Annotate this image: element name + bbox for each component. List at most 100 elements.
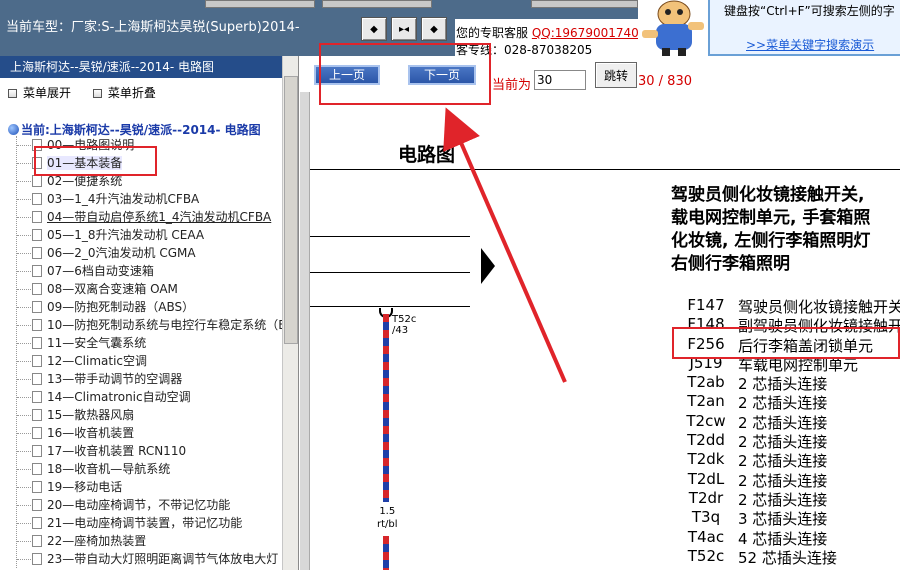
legend-row: F148 副驾驶员侧化妆镜接触开关 — [680, 315, 900, 336]
document-icon — [32, 337, 42, 349]
continuation-arrow — [481, 248, 495, 284]
legend-desc: 52 芯插头连接 — [738, 548, 837, 567]
tree-item[interactable]: 21—电动座椅调节装置，带记忆功能 — [17, 514, 298, 532]
tree-item[interactable]: 23—带自动大灯照明距离调节气体放电大灯 — [17, 550, 298, 568]
tree-item-label: 02—便捷系统 — [47, 174, 123, 188]
description-line: 化妆镜, 左侧行李箱照明灯 — [671, 231, 871, 251]
tree-item[interactable]: 18—收音机—导航系统 — [17, 460, 298, 478]
globe-icon — [8, 124, 19, 135]
tree-item-label: 04—带自动启停系统1_4汽油发动机CFBA — [47, 210, 272, 224]
legend-desc: 车载电网控制单元 — [738, 355, 859, 374]
tree-item-label: 23—带自动大灯照明距离调节气体放电大灯 — [47, 552, 279, 566]
legend-row: T4ac 4 芯插头连接 — [680, 528, 900, 548]
viewer-splitter[interactable] — [300, 56, 310, 570]
legend-row: T2ab 2 芯插头连接 — [680, 373, 900, 393]
legend-row: F256 后行李箱盖闭锁单元 — [680, 335, 900, 355]
customer-service-box: 您的专职客服 QQ:19679001740 客专线：028-87038205 — [455, 19, 639, 57]
document-icon — [32, 355, 42, 367]
document-icon — [32, 229, 42, 241]
split-view-button[interactable]: ▸◂ — [391, 17, 417, 41]
component-legend: F147 驾驶员侧化妆镜接触开关 F148 副驾驶员侧化妆镜接触开关 F256 后行李箱盖… — [680, 296, 900, 567]
tree-item[interactable]: 00—电路图说明 — [17, 136, 298, 154]
diagram-viewer: 上一页 下一页 当前为 跳转 30 / 830 电路图 T52c/43 1.5r… — [300, 56, 900, 570]
tree-item[interactable]: 22—座椅加热装置 — [17, 532, 298, 550]
prev-arrow-button[interactable]: ◆ — [361, 17, 387, 41]
document-icon — [32, 409, 42, 421]
tree-item[interactable]: 14—Climatronic自动空调 — [17, 388, 298, 406]
legend-code: T2dk — [687, 450, 725, 469]
legend-code: T2ab — [687, 373, 725, 392]
document-icon — [32, 283, 42, 295]
tree-item[interactable]: 19—移动电话 — [17, 478, 298, 496]
current-page-label: 当前为 — [492, 78, 532, 93]
page-count: 30 / 830 — [638, 74, 692, 89]
document-icon — [32, 427, 42, 439]
jump-button[interactable]: 跳转 — [595, 62, 637, 88]
legend-desc: 2 芯插头连接 — [738, 471, 828, 490]
service-qq-link[interactable]: QQ:19679001740 — [532, 26, 639, 40]
tree-item[interactable]: 20—电动座椅调节，不带记忆功能 — [17, 496, 298, 514]
tree-panel-header: 上海斯柯达--昊锐/速派--2014- 电路图 — [0, 56, 282, 78]
legend-code: T52c — [687, 546, 725, 565]
wire-red-blue — [383, 314, 389, 502]
tree-item-label: 05—1_8升汽油发动机 CEAA — [47, 228, 205, 242]
legend-desc: 2 芯插头连接 — [738, 490, 828, 509]
tree-item-label: 20—电动座椅调节，不带记忆功能 — [47, 498, 231, 512]
legend-row: T2dL 2 芯插头连接 — [680, 469, 900, 490]
tree-item[interactable]: 01—基本装备 — [17, 154, 298, 172]
tree-item[interactable]: 02—便捷系统 — [17, 172, 298, 190]
document-icon — [32, 193, 42, 205]
tree-item[interactable]: 09—防抱死制动器（ABS） — [17, 298, 298, 316]
document-icon — [32, 463, 42, 475]
page-number-input[interactable] — [534, 70, 586, 90]
page-navigation: 上一页 下一页 当前为 跳转 30 / 830 — [300, 56, 900, 93]
legend-desc: 2 芯插头连接 — [738, 433, 828, 452]
tree-item[interactable]: 06—2_0汽油发动机 CGMA — [17, 244, 298, 262]
document-icon — [32, 499, 42, 511]
search-demo-link[interactable]: >>菜单关键字搜索演示 — [746, 36, 874, 53]
tree-item-label: 19—移动电话 — [47, 480, 123, 494]
prev-page-button[interactable]: 上一页 — [314, 65, 380, 85]
next-arrow-button[interactable]: ◆ — [421, 17, 447, 41]
tree-scrollbar-thumb[interactable] — [284, 76, 298, 344]
tree-item-label: 10—防抱死制动系统与电控行车稳定系统（ESP） — [47, 318, 299, 332]
diagram-line — [310, 236, 470, 237]
document-icon — [32, 211, 42, 223]
tree-item[interactable]: 11—安全气囊系统 — [17, 334, 298, 352]
tree-item[interactable]: 05—1_8升汽油发动机 CEAA — [17, 226, 298, 244]
tree-item-label: 00—电路图说明 — [47, 138, 135, 152]
legend-desc: 副驾驶员侧化妆镜接触开关 — [738, 317, 900, 336]
legend-row: J519 车载电网控制单元 — [680, 354, 900, 374]
tree-scrollbar[interactable] — [282, 56, 298, 570]
tree-item[interactable]: 03—1_4升汽油发动机CFBA — [17, 190, 298, 208]
legend-desc: 后行李箱盖闭锁单元 — [738, 336, 874, 355]
expand-all-button[interactable]: 菜单展开 — [8, 86, 71, 100]
tree-item[interactable]: 10—防抱死制动系统与电控行车稳定系统（ESP） — [17, 316, 299, 334]
tree-item-label: 22—座椅加热装置 — [47, 534, 147, 548]
tree-item[interactable]: 13—带手动调节的空调器 — [17, 370, 298, 388]
search-tip-text: 键盘按“Ctrl+F”可搜索左侧的字 — [724, 4, 895, 18]
legend-row: T2an 2 芯插头连接 — [680, 392, 900, 413]
tree-item[interactable]: 07—6档自动变速箱 — [17, 262, 298, 280]
next-page-label: 下一页 — [423, 68, 460, 82]
tree-item[interactable]: 15—散热器风扇 — [17, 406, 298, 424]
document-icon — [32, 175, 42, 187]
diagram-line — [310, 272, 470, 273]
collapse-icon — [92, 89, 102, 98]
tree-item-label: 11—安全气囊系统 — [47, 336, 147, 350]
legend-row: T2dr 2 芯插头连接 — [680, 489, 900, 509]
mascot-image — [638, 0, 708, 56]
next-page-button[interactable]: 下一页 — [408, 65, 476, 85]
legend-desc: 2 芯插头连接 — [738, 394, 828, 413]
expand-all-label: 菜单展开 — [23, 86, 72, 100]
tree-item[interactable]: 16—收音机装置 — [17, 424, 298, 442]
legend-code: T2dL — [687, 469, 725, 488]
tree-item[interactable]: 08—双离合变速箱 OAM — [17, 280, 298, 298]
tree-item[interactable]: 17—收音机装置 RCN110 — [17, 442, 298, 460]
tree-item[interactable]: 12—Climatic空调 — [17, 352, 298, 370]
document-icon — [32, 139, 42, 151]
collapse-all-button[interactable]: 菜单折叠 — [92, 86, 156, 100]
prev-page-label: 上一页 — [328, 68, 365, 82]
legend-row: T52c 52 芯插头连接 — [680, 546, 900, 567]
tree-item[interactable]: 04—带自动启停系统1_4汽油发动机CFBA — [17, 208, 298, 226]
